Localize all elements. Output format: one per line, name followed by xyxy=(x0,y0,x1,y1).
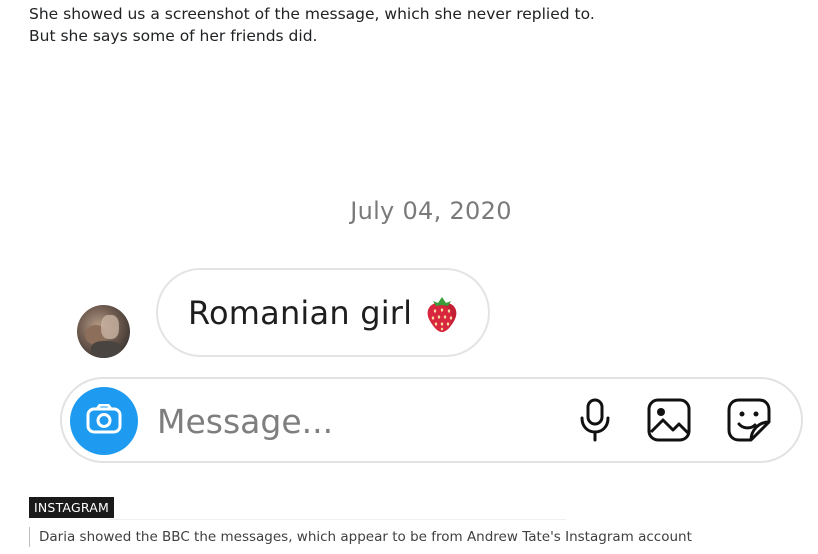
sticker-icon xyxy=(727,398,771,446)
message-text: Romanian girl xyxy=(188,293,413,332)
message-input[interactable] xyxy=(157,399,557,443)
gallery-button[interactable] xyxy=(646,398,692,446)
camera-icon xyxy=(86,403,122,438)
article-page: She showed us a screenshot of the messag… xyxy=(0,0,818,554)
microphone-icon xyxy=(578,398,612,446)
message-composer xyxy=(60,377,803,463)
camera-button[interactable] xyxy=(70,387,138,455)
image-caption: Daria showed the BBC the messages, which… xyxy=(29,527,692,547)
image-source-label: INSTAGRAM xyxy=(29,497,114,518)
sender-avatar xyxy=(77,305,130,358)
sticker-button[interactable] xyxy=(726,398,772,446)
message-bubble: Romanian girl xyxy=(156,268,490,357)
microphone-button[interactable] xyxy=(572,398,618,446)
divider xyxy=(108,519,566,520)
strawberry-icon xyxy=(424,293,460,333)
chat-date: July 04, 2020 xyxy=(350,197,512,225)
instagram-screenshot: July 04, 2020 Romanian girl xyxy=(0,0,818,554)
gallery-icon xyxy=(647,398,691,446)
